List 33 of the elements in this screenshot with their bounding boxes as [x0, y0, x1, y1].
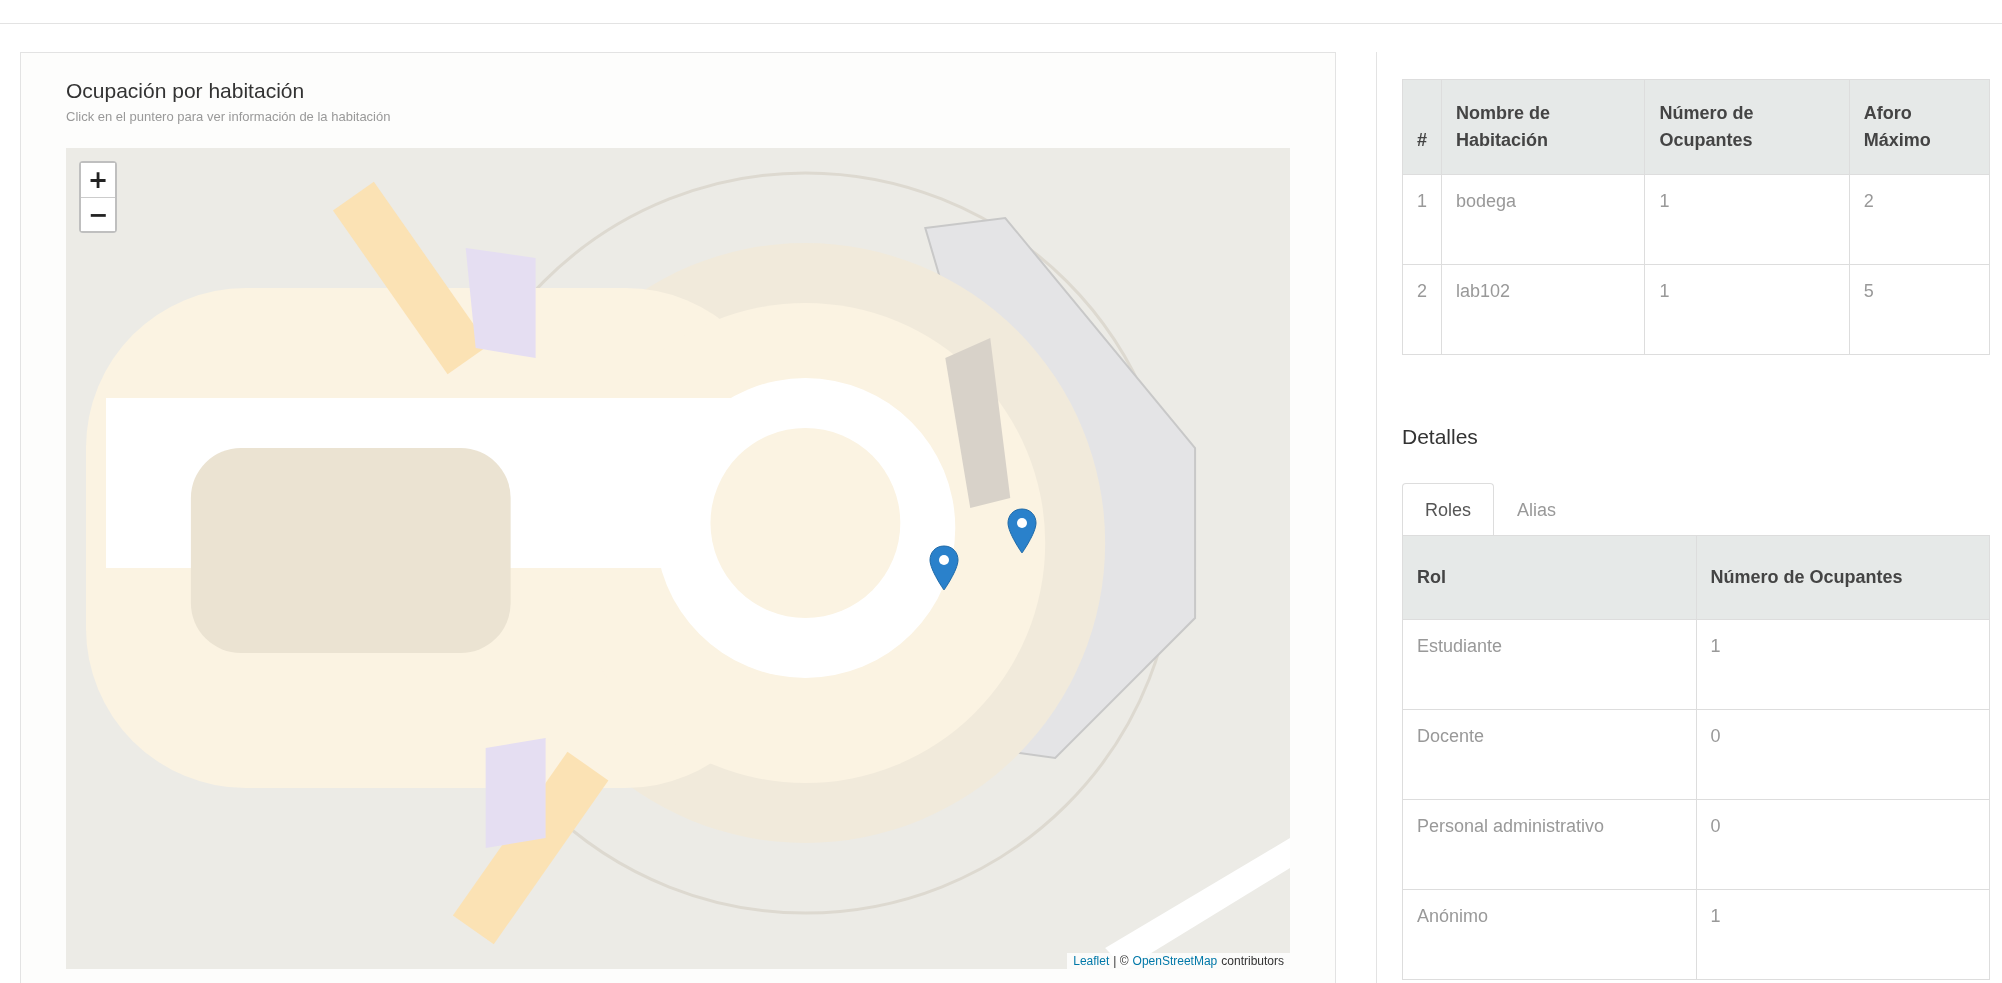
map-pin-icon[interactable]	[1006, 508, 1037, 555]
column-header: #	[1402, 79, 1442, 175]
table-cell: lab102	[1441, 264, 1645, 355]
card-subtitle: Click en el puntero para ver información de la habitación	[66, 109, 392, 124]
map-pin-icon[interactable]	[928, 545, 959, 592]
table-cell: Estudiante	[1402, 619, 1696, 710]
column-header: Nombre de Habitación	[1441, 79, 1645, 175]
table-cell: bodega	[1441, 174, 1645, 265]
table-cell: 1	[1696, 619, 1990, 710]
zoom-out-button[interactable]: −	[81, 197, 115, 231]
column-header: Número de Ocupantes	[1696, 535, 1990, 620]
table-cell: 1	[1402, 174, 1442, 265]
table-cell: Personal administrativo	[1402, 799, 1696, 890]
attribution-text: contributors	[1221, 954, 1284, 968]
column-header: Rol	[1402, 535, 1696, 620]
table-cell: Docente	[1402, 709, 1696, 800]
table-cell: 2	[1849, 174, 1990, 265]
column-header: Número de Ocupantes	[1644, 79, 1850, 175]
table-cell: 0	[1696, 799, 1990, 890]
leaflet-link[interactable]: Leaflet	[1073, 954, 1110, 968]
attribution-separator: | ©	[1113, 954, 1129, 968]
column-header: Aforo Máximo	[1849, 79, 1990, 175]
section-title: Detalles	[1402, 425, 1479, 449]
openstreetmap-link[interactable]: OpenStreetMap	[1132, 954, 1218, 968]
table-cell: 1	[1644, 264, 1850, 355]
tab[interactable]: Roles	[1402, 483, 1495, 535]
table-cell: 1	[1696, 889, 1990, 980]
table-cell: Anónimo	[1402, 889, 1696, 980]
table-cell: 2	[1402, 264, 1442, 355]
table-cell: 5	[1849, 264, 1990, 355]
table-cell: 0	[1696, 709, 1990, 800]
card-title: Ocupación por habitación	[66, 79, 306, 103]
table-cell: 1	[1644, 174, 1850, 265]
